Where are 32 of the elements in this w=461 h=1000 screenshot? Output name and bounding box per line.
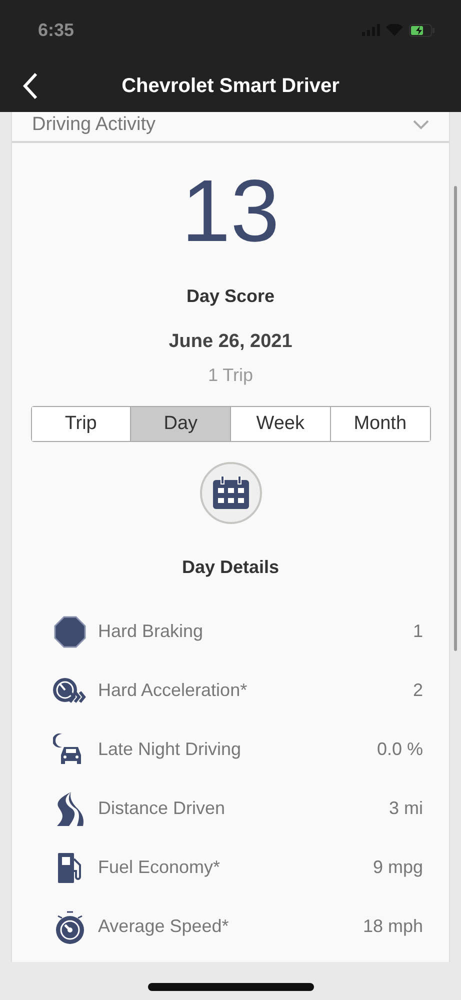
details-title: Day Details bbox=[182, 557, 280, 578]
metric-label: Hard Acceleration* bbox=[98, 680, 248, 701]
metric-label: Distance Driven bbox=[98, 798, 226, 819]
segment-tab[interactable]: Trip bbox=[32, 407, 130, 441]
segment-tab[interactable]: Week bbox=[230, 407, 330, 441]
metric-label: Hard Braking bbox=[98, 621, 204, 642]
score-label: Day Score bbox=[186, 286, 275, 307]
status-time: 6:35 bbox=[38, 20, 74, 40]
battery-icon bbox=[409, 24, 435, 36]
octagon-icon bbox=[53, 614, 87, 648]
stopwatch-icon bbox=[53, 908, 87, 944]
screen-title: Chevrolet Smart Driver bbox=[120, 74, 340, 98]
score-date: June 26, 2021 bbox=[168, 331, 292, 353]
metric-value: 2 bbox=[412, 680, 423, 701]
section-title: Driving Activity bbox=[32, 114, 156, 136]
metric-value: 1 bbox=[412, 621, 423, 642]
road-icon bbox=[55, 790, 85, 826]
metric-label: Fuel Economy* bbox=[98, 857, 222, 878]
trip-count: 1 Trip bbox=[208, 365, 254, 386]
section-header[interactable]: Driving Activity bbox=[12, 108, 449, 143]
metric-value: 3 mi bbox=[388, 798, 423, 819]
metric-label: Late Night Driving bbox=[98, 739, 242, 760]
segment-tab[interactable]: Day bbox=[130, 407, 230, 441]
score-value: 13 bbox=[182, 161, 280, 261]
metric-label: Average Speed* bbox=[98, 916, 230, 937]
segment-tab[interactable]: Month bbox=[330, 407, 430, 441]
metric-value: 18 mph bbox=[362, 916, 423, 937]
speedometer-chevrons-icon bbox=[52, 676, 88, 706]
metric-value: 0.0 % bbox=[376, 739, 423, 760]
calendar-icon bbox=[212, 476, 250, 510]
back-icon bbox=[22, 72, 38, 100]
metric-value: 9 mpg bbox=[372, 857, 423, 878]
